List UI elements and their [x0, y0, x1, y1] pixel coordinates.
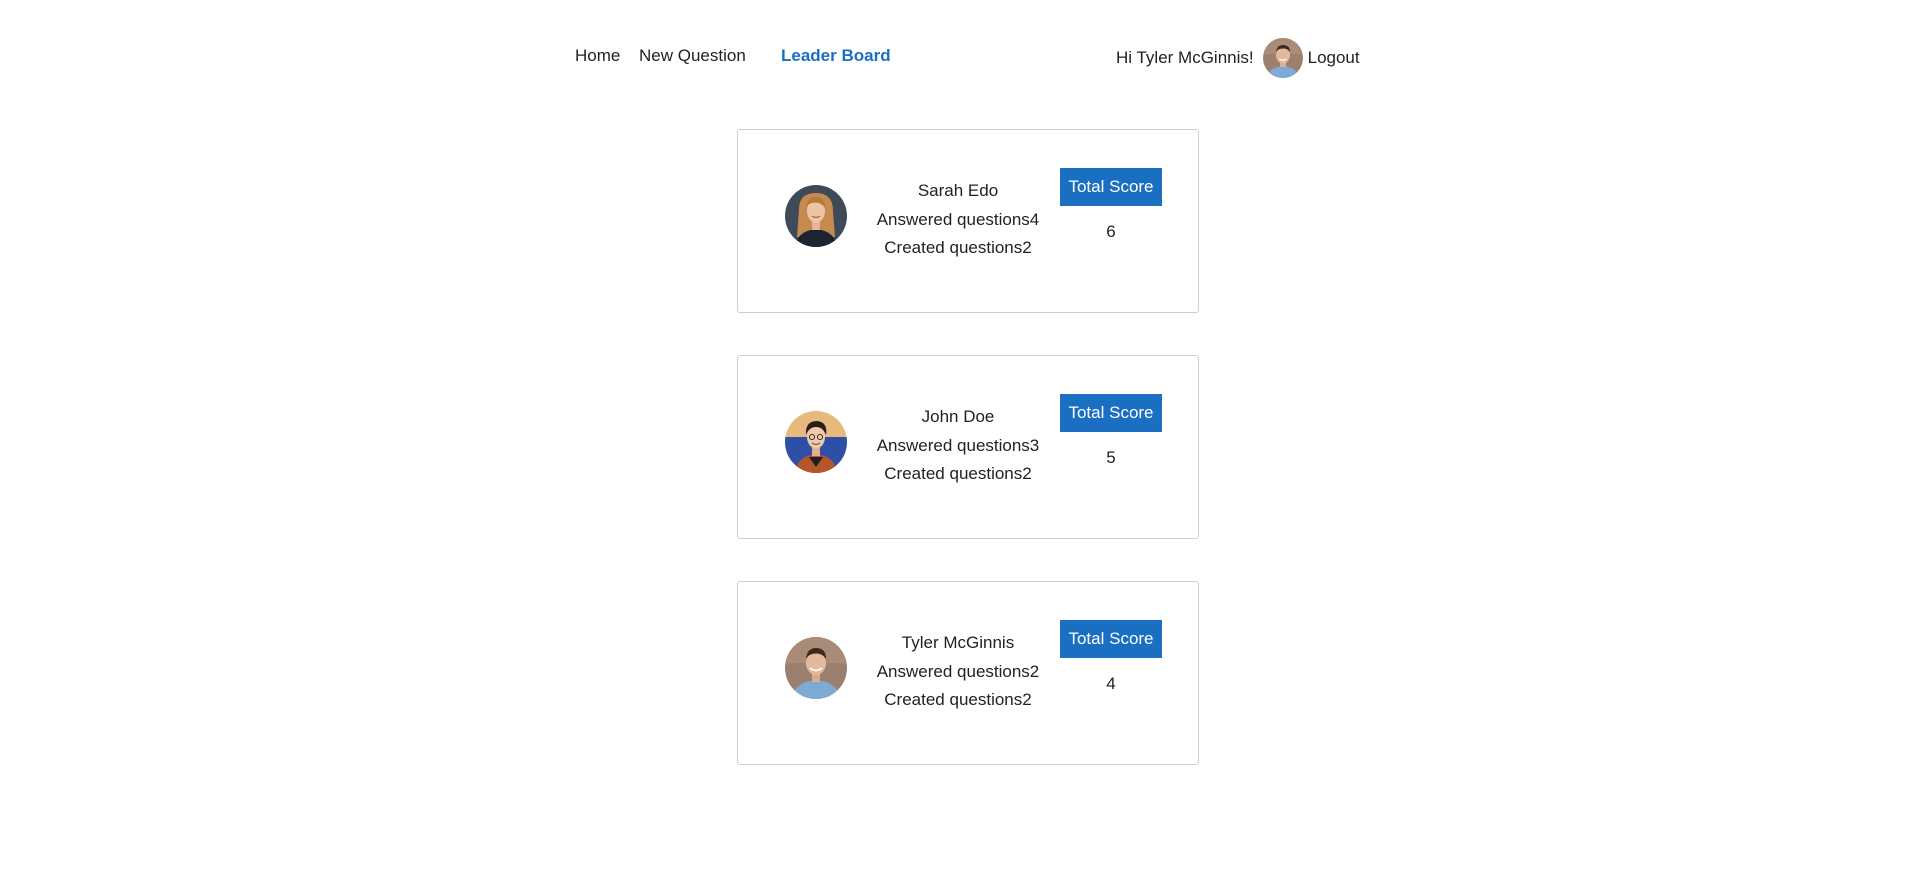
user-name: John Doe — [921, 407, 995, 426]
total-score-value: 5 — [1106, 448, 1116, 467]
created-questions: Created questions2 — [884, 690, 1032, 709]
user-avatar — [785, 185, 847, 247]
leaderboard-card: Sarah Edo Answered questions4 Created qu… — [737, 129, 1199, 313]
user-avatar — [785, 637, 847, 699]
total-score-value: 6 — [1106, 222, 1116, 241]
created-questions: Created questions2 — [884, 238, 1032, 257]
leaderboard-card: Tyler McGinnis Answered questions2 Creat… — [737, 581, 1199, 765]
nav-home-link[interactable]: Home — [575, 46, 620, 66]
user-avatar — [785, 411, 847, 473]
card-user-info: Tyler McGinnis Answered questions2 Creat… — [873, 629, 1043, 715]
top-nav: Home New Question Leader Board Hi Tyler … — [0, 38, 1920, 78]
answered-questions: Answered questions2 — [876, 661, 1040, 681]
card-user-info: Sarah Edo Answered questions4 Created qu… — [873, 177, 1043, 263]
answered-questions: Answered questions3 — [876, 435, 1040, 455]
nav-leaderboard-link[interactable]: Leader Board — [781, 46, 891, 66]
created-questions: Created questions2 — [884, 464, 1032, 483]
score-column: Total Score 6 — [1060, 168, 1162, 242]
app-root: Home New Question Leader Board Hi Tyler … — [0, 0, 1920, 890]
total-score-label: Total Score — [1060, 394, 1162, 432]
user-avatar — [1262, 38, 1303, 78]
user-name: Tyler McGinnis — [901, 633, 1015, 652]
logout-link[interactable]: Logout — [1308, 48, 1360, 68]
user-menu: Hi Tyler McGinnis! Logout — [1116, 38, 1360, 78]
score-column: Total Score 5 — [1060, 394, 1162, 468]
user-greeting: Hi Tyler McGinnis! — [1116, 48, 1254, 67]
total-score-value: 4 — [1106, 674, 1116, 693]
score-column: Total Score 4 — [1060, 620, 1162, 694]
card-user-info: John Doe Answered questions3 Created que… — [873, 403, 1043, 489]
leaderboard-card: John Doe Answered questions3 Created que… — [737, 355, 1199, 539]
nav-new-question-link[interactable]: New Question — [639, 46, 746, 66]
answered-questions: Answered questions4 — [876, 209, 1040, 229]
total-score-label: Total Score — [1060, 620, 1162, 658]
user-name: Sarah Edo — [917, 181, 999, 200]
total-score-label: Total Score — [1060, 168, 1162, 206]
